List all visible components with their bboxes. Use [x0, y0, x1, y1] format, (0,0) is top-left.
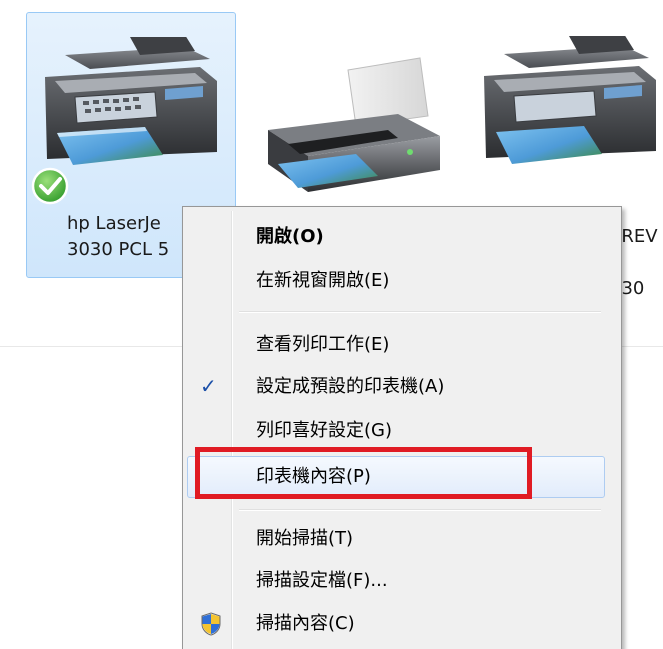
inkjet-printer-icon [268, 57, 440, 192]
printer-tile-inkjet[interactable] [240, 12, 450, 212]
menu-item-label: 開始掃描(T) [256, 528, 354, 549]
menu-item-scan-profiles[interactable]: 掃描設定檔(F)... [187, 563, 605, 599]
uac-shield-icon [201, 612, 221, 636]
menu-item-label: 設定成預設的印表機(A) [256, 376, 445, 397]
printer-name-line1: hp LaserJe [67, 213, 161, 234]
menu-item-label: 查看列印工作(E) [256, 334, 390, 355]
default-printer-check-icon [31, 167, 69, 205]
menu-item-start-scan[interactable]: 開始掃描(T) [187, 521, 605, 557]
checkmark-icon: ✓ [200, 374, 217, 398]
menu-item-label: 在新視窗開啟(E) [256, 270, 390, 291]
menu-item-open-new-window[interactable]: 在新視窗開啟(E) [187, 263, 605, 299]
menu-separator [239, 509, 601, 511]
menu-item-label: 掃描內容(C) [256, 613, 355, 634]
annotation-highlight-box [195, 447, 532, 499]
menu-item-set-default-printer[interactable]: ✓ 設定成預設的印表機(A) [187, 369, 605, 405]
menu-separator [239, 311, 601, 313]
menu-item-label: 列印喜好設定(G) [256, 420, 392, 441]
printer-context-menu: 開啟(O) 在新視窗開啟(E) 查看列印工作(E) ✓ 設定成預設的印表機(A)… [182, 206, 622, 649]
menu-item-label: 開啟(O) [256, 226, 324, 247]
multifunction-printer-icon [484, 36, 656, 164]
desktop-window: hp LaserJe 3030 PCL 5 EREV 030 開啟(O) 在新視… [0, 0, 663, 649]
menu-item-scan-properties[interactable]: 掃描內容(C) [187, 606, 605, 642]
menu-item-label: 掃描設定檔(F)... [256, 570, 388, 591]
multifunction-printer-icon [45, 37, 217, 165]
menu-item-open[interactable]: 開啟(O) [187, 219, 605, 255]
menu-item-see-print-jobs[interactable]: 查看列印工作(E) [187, 327, 605, 363]
printer-name-line2: 3030 PCL 5 [67, 239, 170, 260]
menu-item-printing-preferences[interactable]: 列印喜好設定(G) [187, 413, 605, 449]
